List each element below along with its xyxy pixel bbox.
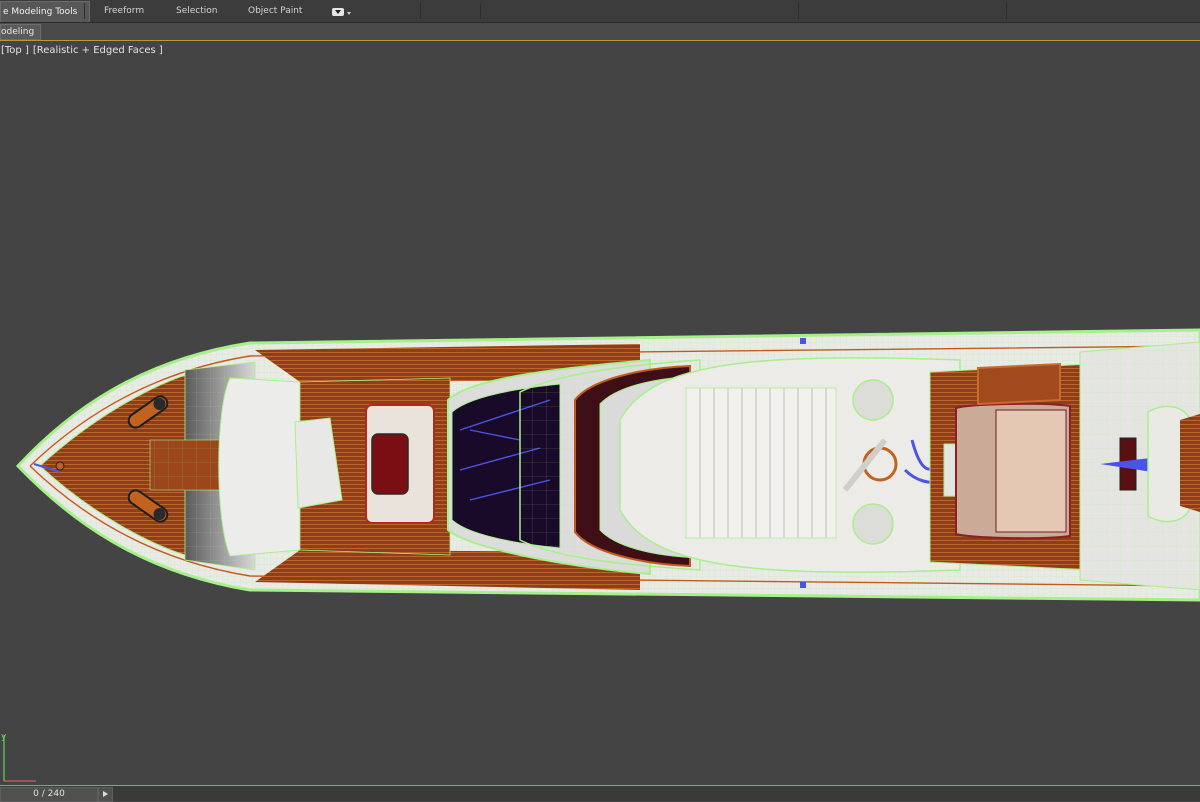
stern: [1079, 341, 1200, 591]
tab-separator: [1006, 3, 1007, 19]
ribbon-tab-bar: e Modeling Tools Freeform Selection Obje…: [0, 0, 1200, 23]
tab-selection[interactable]: Selection: [176, 1, 217, 21]
tab-separator: [798, 3, 799, 19]
tab-separator: [480, 3, 481, 19]
yacht-model[interactable]: [0, 41, 1200, 785]
tab-separator: [84, 3, 85, 19]
timeline-bar: 0 / 240: [0, 785, 1200, 802]
axis-y-label: y: [1, 732, 7, 742]
panel-modeling-label[interactable]: odeling: [0, 24, 42, 40]
chevron-down-icon[interactable]: [347, 12, 351, 15]
tab-object-paint[interactable]: Object Paint: [248, 1, 302, 21]
tab-freeform[interactable]: Freeform: [104, 1, 144, 21]
flybridge: [619, 357, 961, 573]
ribbon-panel-bar: odeling: [0, 23, 1200, 41]
viewport-top[interactable]: [Top ] [Realistic + Edged Faces ] y: [0, 41, 1200, 785]
ribbon-options-button[interactable]: [332, 8, 344, 16]
tab-modeling-tools[interactable]: e Modeling Tools: [0, 1, 91, 22]
aft-deck: [929, 362, 1091, 571]
tab-separator: [420, 3, 421, 19]
axis-gizmo: y: [1, 732, 36, 782]
